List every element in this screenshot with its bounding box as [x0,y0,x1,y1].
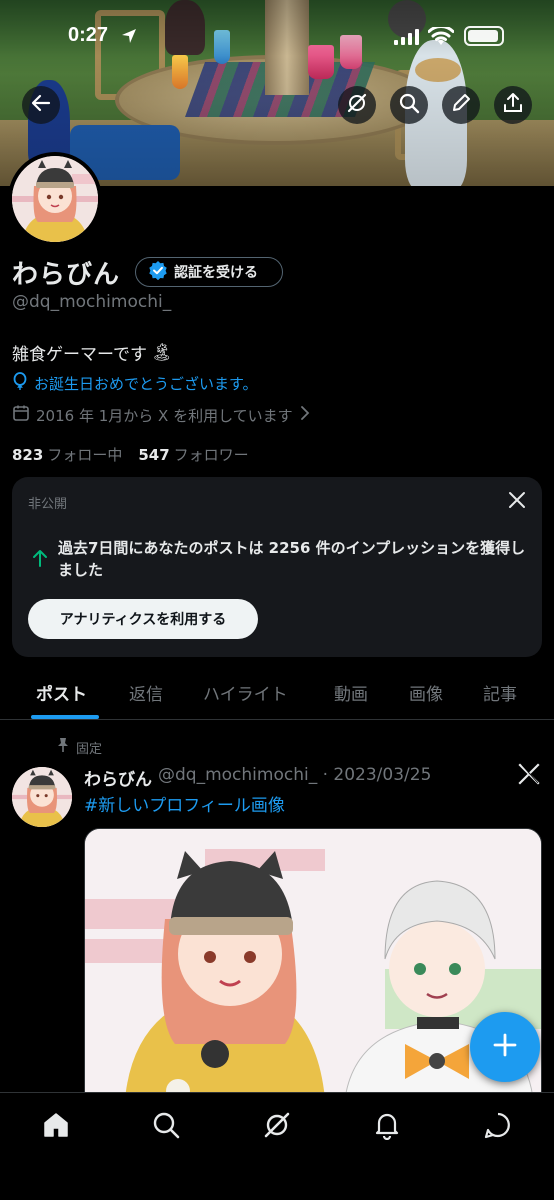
chevron-right-icon [299,406,311,424]
tab-highlights[interactable]: ハイライト [203,680,288,705]
search-icon [151,1110,181,1144]
nav-messages[interactable] [482,1111,514,1143]
profile-handle: @dq_mochimochi_ [12,292,172,312]
home-icon [41,1110,71,1144]
messages-icon [483,1110,513,1144]
search-profile-button[interactable] [390,86,428,124]
get-verified-button[interactable]: 認証を受ける [135,257,283,287]
tab-images[interactable]: 画像 [409,680,443,705]
tab-replies[interactable]: 返信 [129,680,163,705]
location-arrow-icon [121,28,137,48]
joined-date[interactable]: 2016 年 1月から X を利用しています [12,404,311,426]
compose-plus-icon [492,1032,518,1062]
following-link[interactable]: 823 フォロー中 [12,444,122,465]
tab-articles[interactable]: 記事 [483,680,517,705]
status-bar: 0:27 [0,22,554,52]
share-button[interactable] [494,86,532,124]
birthday-text: お誕生日おめでとうございます。 [34,374,258,393]
avatar-illustration [12,156,98,242]
profile-avatar[interactable] [8,152,102,246]
profile-tabs: ポスト 返信 ハイライト 動画 画像 記事 [0,668,554,720]
nav-home[interactable] [40,1111,72,1143]
cellular-signal-icon [394,29,420,49]
post-author-name[interactable]: わらびん [84,765,152,790]
pin-icon [56,737,70,757]
following-label: フォロー中 [47,446,123,464]
use-analytics-button[interactable]: アナリティクスを利用する [28,599,258,639]
impressions-message: 過去7日間にあなたのポストは 2256 件のインプレッションを獲得しました [58,539,526,579]
nav-search[interactable] [150,1111,182,1143]
followers-count: 547 [138,446,170,464]
private-label: 非公開 [28,497,68,512]
island-emoji: 🏝 [150,342,173,363]
battery-icon [464,26,504,46]
tab-posts[interactable]: ポスト [36,680,87,705]
grok-button[interactable] [338,86,376,124]
profile-bio: 雑食ゲーマーです 🏝 [12,340,173,366]
edit-pencil-icon [450,92,472,118]
nav-grok[interactable] [261,1111,293,1143]
search-icon [398,92,420,118]
notifications-bell-icon [372,1110,402,1144]
post-header: わらびん @dq_mochimochi_ · 2023/03/25 [84,765,431,790]
bio-text: 雑食ゲーマーです [12,345,147,365]
birthday-message[interactable]: お誕生日おめでとうございます。 [12,372,258,394]
wifi-icon [427,25,455,51]
post-meta: @dq_mochimochi_ · 2023/03/25 [158,765,432,785]
avatar-illustration [12,767,72,827]
grok-icon [346,92,368,118]
back-arrow-icon [31,93,51,117]
following-count: 823 [12,446,44,464]
get-verified-label: 認証を受ける [174,265,258,281]
joined-text: 2016 年 1月から X を利用しています [36,406,293,425]
share-icon [502,92,524,118]
balloon-icon [12,372,28,394]
post-hashtag[interactable]: #新しいプロフィール画像 [84,791,285,816]
private-analytics-card: 非公開 過去7日間にあなたのポストは 2256 件のインプレッションを獲得しまし… [12,477,542,657]
x-logo-icon [518,763,540,789]
compose-post-button[interactable] [470,1012,540,1082]
grok-icon [262,1110,292,1144]
profile-display-name: わらびん [12,260,121,290]
up-arrow-icon [32,549,48,571]
pinned-label: 固定 [76,741,103,757]
bottom-navigation [0,1092,554,1200]
verified-badge-icon [148,260,168,284]
follow-stats: 823 フォロー中 547 フォロワー [12,444,249,465]
back-button[interactable] [22,86,60,124]
close-card-button[interactable] [508,491,526,513]
followers-label: フォロワー [173,446,249,464]
nav-notifications[interactable] [371,1111,403,1143]
post-author-avatar[interactable] [12,767,72,827]
active-tab-indicator [31,715,99,719]
status-time: 0:27 [68,24,109,46]
pinned-indicator: 固定 [56,737,102,757]
followers-link[interactable]: 547 フォロワー [138,444,248,465]
tab-videos[interactable]: 動画 [334,680,368,705]
close-icon [508,492,526,513]
calendar-icon [12,404,30,426]
edit-profile-button[interactable] [442,86,480,124]
